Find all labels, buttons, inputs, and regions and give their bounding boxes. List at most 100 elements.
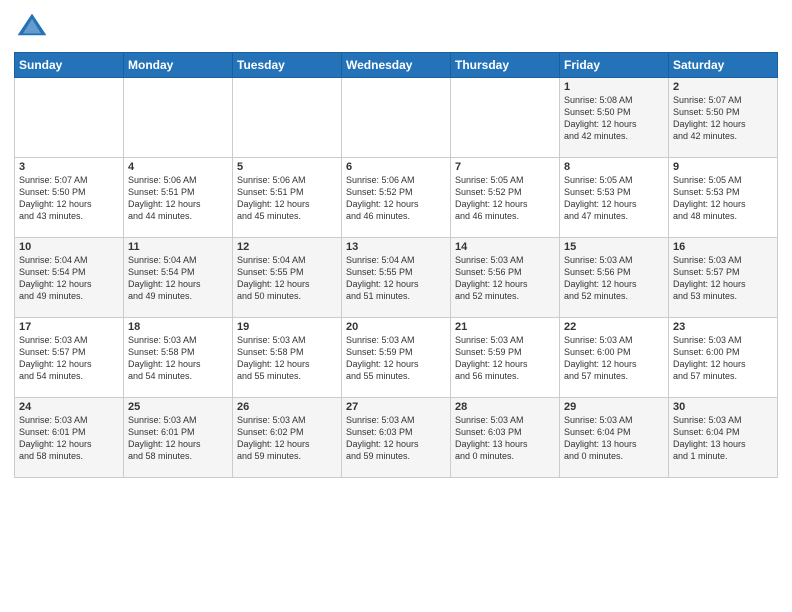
day-number: 10 [19,241,119,253]
calendar-cell: 11Sunrise: 5:04 AMSunset: 5:54 PMDayligh… [124,238,233,318]
calendar-header: SundayMondayTuesdayWednesdayThursdayFrid… [15,53,778,78]
day-number: 6 [346,161,446,173]
day-number: 19 [237,321,337,333]
day-info: Sunrise: 5:04 AMSunset: 5:55 PMDaylight:… [237,254,337,303]
day-number: 14 [455,241,555,253]
calendar-cell: 8Sunrise: 5:05 AMSunset: 5:53 PMDaylight… [560,158,669,238]
day-number: 11 [128,241,228,253]
day-info: Sunrise: 5:03 AMSunset: 6:04 PMDaylight:… [564,414,664,463]
weekday-row: SundayMondayTuesdayWednesdayThursdayFrid… [15,53,778,78]
calendar-cell: 29Sunrise: 5:03 AMSunset: 6:04 PMDayligh… [560,398,669,478]
day-info: Sunrise: 5:03 AMSunset: 6:02 PMDaylight:… [237,414,337,463]
weekday-header-wednesday: Wednesday [342,53,451,78]
day-number: 28 [455,401,555,413]
day-info: Sunrise: 5:03 AMSunset: 5:56 PMDaylight:… [564,254,664,303]
day-number: 26 [237,401,337,413]
calendar-cell: 26Sunrise: 5:03 AMSunset: 6:02 PMDayligh… [233,398,342,478]
header [14,10,778,46]
weekday-header-tuesday: Tuesday [233,53,342,78]
day-info: Sunrise: 5:03 AMSunset: 5:57 PMDaylight:… [673,254,773,303]
day-info: Sunrise: 5:08 AMSunset: 5:50 PMDaylight:… [564,94,664,143]
calendar-cell [15,78,124,158]
day-number: 27 [346,401,446,413]
day-info: Sunrise: 5:03 AMSunset: 5:59 PMDaylight:… [455,334,555,383]
day-number: 23 [673,321,773,333]
calendar-cell [451,78,560,158]
calendar-cell: 10Sunrise: 5:04 AMSunset: 5:54 PMDayligh… [15,238,124,318]
calendar-cell: 14Sunrise: 5:03 AMSunset: 5:56 PMDayligh… [451,238,560,318]
calendar-cell: 21Sunrise: 5:03 AMSunset: 5:59 PMDayligh… [451,318,560,398]
calendar-table: SundayMondayTuesdayWednesdayThursdayFrid… [14,52,778,478]
day-info: Sunrise: 5:06 AMSunset: 5:51 PMDaylight:… [237,174,337,223]
calendar-cell: 28Sunrise: 5:03 AMSunset: 6:03 PMDayligh… [451,398,560,478]
calendar-cell: 23Sunrise: 5:03 AMSunset: 6:00 PMDayligh… [669,318,778,398]
calendar-week-2: 10Sunrise: 5:04 AMSunset: 5:54 PMDayligh… [15,238,778,318]
day-number: 4 [128,161,228,173]
day-number: 5 [237,161,337,173]
day-info: Sunrise: 5:05 AMSunset: 5:52 PMDaylight:… [455,174,555,223]
calendar-cell: 6Sunrise: 5:06 AMSunset: 5:52 PMDaylight… [342,158,451,238]
day-info: Sunrise: 5:03 AMSunset: 6:03 PMDaylight:… [455,414,555,463]
day-number: 18 [128,321,228,333]
day-info: Sunrise: 5:07 AMSunset: 5:50 PMDaylight:… [673,94,773,143]
calendar-cell: 5Sunrise: 5:06 AMSunset: 5:51 PMDaylight… [233,158,342,238]
day-number: 17 [19,321,119,333]
calendar-cell: 30Sunrise: 5:03 AMSunset: 6:04 PMDayligh… [669,398,778,478]
day-number: 22 [564,321,664,333]
weekday-header-thursday: Thursday [451,53,560,78]
calendar-cell: 16Sunrise: 5:03 AMSunset: 5:57 PMDayligh… [669,238,778,318]
calendar-cell: 7Sunrise: 5:05 AMSunset: 5:52 PMDaylight… [451,158,560,238]
day-info: Sunrise: 5:07 AMSunset: 5:50 PMDaylight:… [19,174,119,223]
calendar-cell [124,78,233,158]
calendar-cell: 13Sunrise: 5:04 AMSunset: 5:55 PMDayligh… [342,238,451,318]
calendar-cell: 2Sunrise: 5:07 AMSunset: 5:50 PMDaylight… [669,78,778,158]
weekday-header-friday: Friday [560,53,669,78]
calendar-cell: 12Sunrise: 5:04 AMSunset: 5:55 PMDayligh… [233,238,342,318]
day-info: Sunrise: 5:04 AMSunset: 5:54 PMDaylight:… [19,254,119,303]
logo-icon [14,10,50,46]
day-info: Sunrise: 5:03 AMSunset: 6:00 PMDaylight:… [673,334,773,383]
day-info: Sunrise: 5:03 AMSunset: 6:00 PMDaylight:… [564,334,664,383]
day-info: Sunrise: 5:05 AMSunset: 5:53 PMDaylight:… [564,174,664,223]
calendar-cell: 25Sunrise: 5:03 AMSunset: 6:01 PMDayligh… [124,398,233,478]
day-number: 16 [673,241,773,253]
day-number: 29 [564,401,664,413]
day-info: Sunrise: 5:03 AMSunset: 5:56 PMDaylight:… [455,254,555,303]
day-info: Sunrise: 5:04 AMSunset: 5:55 PMDaylight:… [346,254,446,303]
calendar-cell: 17Sunrise: 5:03 AMSunset: 5:57 PMDayligh… [15,318,124,398]
day-info: Sunrise: 5:03 AMSunset: 5:59 PMDaylight:… [346,334,446,383]
day-number: 24 [19,401,119,413]
day-number: 7 [455,161,555,173]
calendar-cell: 22Sunrise: 5:03 AMSunset: 6:00 PMDayligh… [560,318,669,398]
calendar-cell: 3Sunrise: 5:07 AMSunset: 5:50 PMDaylight… [15,158,124,238]
weekday-header-saturday: Saturday [669,53,778,78]
day-info: Sunrise: 5:03 AMSunset: 5:58 PMDaylight:… [128,334,228,383]
calendar-body: 1Sunrise: 5:08 AMSunset: 5:50 PMDaylight… [15,78,778,478]
calendar-cell: 24Sunrise: 5:03 AMSunset: 6:01 PMDayligh… [15,398,124,478]
calendar-cell: 1Sunrise: 5:08 AMSunset: 5:50 PMDaylight… [560,78,669,158]
calendar-cell: 4Sunrise: 5:06 AMSunset: 5:51 PMDaylight… [124,158,233,238]
day-info: Sunrise: 5:06 AMSunset: 5:52 PMDaylight:… [346,174,446,223]
calendar-week-1: 3Sunrise: 5:07 AMSunset: 5:50 PMDaylight… [15,158,778,238]
day-info: Sunrise: 5:06 AMSunset: 5:51 PMDaylight:… [128,174,228,223]
day-number: 13 [346,241,446,253]
day-info: Sunrise: 5:04 AMSunset: 5:54 PMDaylight:… [128,254,228,303]
calendar-week-0: 1Sunrise: 5:08 AMSunset: 5:50 PMDaylight… [15,78,778,158]
day-number: 25 [128,401,228,413]
calendar-cell: 27Sunrise: 5:03 AMSunset: 6:03 PMDayligh… [342,398,451,478]
calendar-cell [342,78,451,158]
day-number: 30 [673,401,773,413]
calendar-cell: 9Sunrise: 5:05 AMSunset: 5:53 PMDaylight… [669,158,778,238]
weekday-header-sunday: Sunday [15,53,124,78]
calendar-cell [233,78,342,158]
weekday-header-monday: Monday [124,53,233,78]
calendar-cell: 18Sunrise: 5:03 AMSunset: 5:58 PMDayligh… [124,318,233,398]
day-number: 12 [237,241,337,253]
calendar-week-4: 24 Sunrise: 5:03 AMSunset: 6:01 PMDayligh… [15,398,778,478]
day-info: Sunrise: 5:05 AMSunset: 5:53 PMDaylight:… [673,174,773,223]
logo [14,10,54,46]
day-info: Sunrise: 5:03 AMSunset: 6:01 PMDaylight:… [128,414,228,463]
day-number: 8 [564,161,664,173]
day-number: 15 [564,241,664,253]
calendar-cell: 20Sunrise: 5:03 AMSunset: 5:59 PMDayligh… [342,318,451,398]
